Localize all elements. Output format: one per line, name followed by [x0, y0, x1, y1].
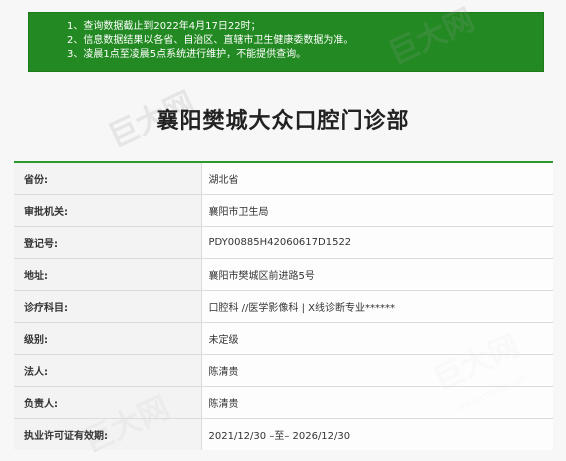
row-value-text: 陈清贵	[208, 399, 239, 410]
row-value: 口腔科 //医学影像科 | X线诊断专业******	[200, 290, 553, 323]
row-label: 登记号:	[14, 226, 201, 259]
table-row: 省份: 湖北省	[14, 161, 553, 195]
notice-line: 2、信息数据结果以各省、自治区、直辖市卫生健康委数据为准。	[67, 35, 354, 46]
row-value: 陈清贵	[200, 354, 553, 387]
table-row: 诊疗科目: 口腔科 //医学影像科 | X线诊断专业******	[14, 290, 553, 323]
table-row: 法人: 陈清贵	[14, 354, 553, 387]
row-label: 负责人:	[14, 386, 201, 419]
row-label: 地址:	[14, 258, 201, 291]
row-label: 法人:	[14, 354, 201, 387]
row-value-text: 陈清贵	[208, 367, 239, 378]
table-row: 登记号: PDY00885H42060617D1522	[14, 226, 553, 259]
page-title: 襄阳樊城大众口腔门诊部	[156, 109, 410, 134]
table-row: 审批机关: 襄阳市卫生局	[14, 194, 553, 227]
row-label: 级别:	[14, 322, 201, 355]
row-value: 2021/12/30 –至– 2026/12/30	[200, 418, 553, 450]
row-value-text: 未定级	[208, 335, 239, 346]
table-row: 地址: 襄阳市樊城区前进路5号	[14, 258, 553, 291]
row-value: 湖北省	[200, 161, 553, 195]
notice-line: 1、查询数据截止到2022年4月17日22时；	[67, 21, 261, 32]
row-label: 审批机关:	[14, 194, 201, 227]
notice-line: 3、凌晨1点至凌晨5点系统进行维护，不能提供查询。	[67, 49, 307, 60]
row-value-text: 2021/12/30 –至– 2026/12/30	[208, 431, 351, 442]
table-row: 级别: 未定级	[14, 322, 553, 355]
table-row: 负责人: 陈清贵	[14, 386, 553, 419]
row-label: 省份:	[14, 161, 201, 195]
row-value: PDY00885H42060617D1522	[200, 226, 553, 259]
row-value: 襄阳市卫生局	[200, 194, 553, 227]
row-value: 陈清贵	[200, 386, 553, 419]
row-value-text: 襄阳市樊城区前进路5号	[208, 271, 315, 282]
row-value: 襄阳市樊城区前进路5号	[200, 258, 553, 291]
row-value-text: 湖北省	[208, 175, 239, 186]
table-row: 执业许可证有效期: 2021/12/30 –至– 2026/12/30	[14, 418, 553, 450]
row-label: 执业许可证有效期:	[14, 418, 201, 450]
row-label: 诊疗科目:	[14, 290, 201, 323]
row-value-text: PDY00885H42060617D1522	[208, 237, 352, 248]
row-value-text: 口腔科 //医学影像科 | X线诊断专业******	[208, 303, 396, 314]
row-value-text: 襄阳市卫生局	[208, 207, 269, 218]
info-table: 省份: 湖北省 审批机关: 襄阳市卫生局 登记号: PDY00885H42060…	[14, 161, 553, 450]
notice-banner: 1、查询数据截止到2022年4月17日22时； 2、信息数据结果以各省、自治区、…	[28, 12, 544, 72]
row-value: 未定级	[200, 322, 553, 355]
